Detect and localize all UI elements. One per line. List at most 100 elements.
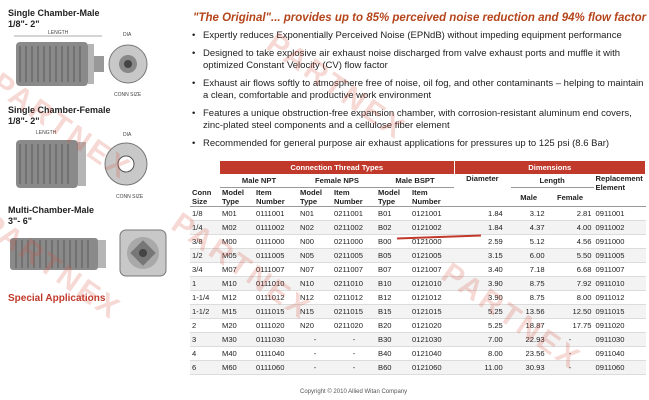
female-nps-header: Female NPS xyxy=(298,174,376,188)
table-cell: 11.00 xyxy=(454,360,511,375)
table-cell: 0111001 xyxy=(254,206,298,221)
table-cell: 0111060 xyxy=(254,360,298,375)
conn-size-label: CONN SIZE xyxy=(116,194,144,200)
table-cell: 6.00 xyxy=(510,248,547,263)
table-cell: 12.50 xyxy=(546,304,594,319)
replacement-element-header: Replacement Element xyxy=(593,174,646,207)
feature-item: Exhaust air flows softly to atmosphere f… xyxy=(190,78,645,103)
connection-thread-types-header: Connection Thread Types xyxy=(220,161,455,174)
table-cell: 7.00 xyxy=(454,332,511,347)
special-applications-link[interactable]: Special Applications xyxy=(8,293,105,304)
table-cell: 13.56 xyxy=(510,304,547,319)
conn-size-header: Conn Size xyxy=(190,174,220,207)
table-cell: 2 xyxy=(190,318,220,333)
table-cell: 0121010 xyxy=(410,276,454,291)
table-cell: 30.93 xyxy=(510,360,547,375)
table-cell: 0121012 xyxy=(410,290,454,305)
table-cell: 0911005 xyxy=(593,248,646,263)
item-number-header: Item Number xyxy=(332,187,376,207)
product-sidebar: Single Chamber-Male 1/8"- 2" LENGTH DIA … xyxy=(0,0,180,400)
table-cell: 18.87 xyxy=(510,318,547,333)
table-cell: 1.84 xyxy=(454,206,511,221)
table-cell: - xyxy=(298,332,332,347)
table-cell: 0911012 xyxy=(593,290,646,305)
table-cell: B15 xyxy=(376,304,410,319)
table-cell: 3/8 xyxy=(190,234,220,249)
feature-item: Designed to take explosive air exhaust n… xyxy=(190,48,645,73)
model-type-header: Model Type xyxy=(220,187,254,207)
table-cell: N00 xyxy=(298,234,332,249)
table-cell: 0121060 xyxy=(410,360,454,375)
length-header: Length xyxy=(510,174,594,188)
spec-table-body: 1/8 M01 0111001 N01 0211001 B01 0121001 1.84 3.1… xyxy=(190,206,646,375)
table-cell: 0911030 xyxy=(593,332,646,347)
table-cell: 0121007 xyxy=(410,262,454,277)
table-cell: 5.12 xyxy=(510,234,547,249)
table-cell: - xyxy=(332,346,376,361)
table-cell: 0211010 xyxy=(332,276,376,291)
table-cell: 1.84 xyxy=(454,220,511,235)
table-row: 1/4 M02 0111002 N02 0211002 B02 0121002 1.84 4.3… xyxy=(190,220,646,235)
dia-label: DIA xyxy=(123,32,132,38)
table-cell: M05 xyxy=(220,248,254,263)
table-cell: 7.92 xyxy=(546,276,594,291)
table-cell: 0111010 xyxy=(254,276,298,291)
table-cell: 0111015 xyxy=(254,304,298,319)
table-row: 2 M20 0111020 N20 0211020 B20 0121020 5.25 18.87… xyxy=(190,318,646,333)
length-label: LENGTH xyxy=(48,30,69,36)
table-cell: 1-1/2 xyxy=(190,304,220,319)
table-cell: 0911015 xyxy=(593,304,646,319)
single-female-diagram: LENGTH DIA CONN SIZE xyxy=(16,130,148,200)
table-cell: B30 xyxy=(376,332,410,347)
table-cell: B20 xyxy=(376,318,410,333)
length-female-header: Female xyxy=(546,187,594,207)
product-title-single-female: Single Chamber-Female xyxy=(8,105,111,115)
table-cell: 0911020 xyxy=(593,318,646,333)
length-male-header: Male xyxy=(510,187,547,207)
table-cell: B60 xyxy=(376,360,410,375)
table-cell: M02 xyxy=(220,220,254,235)
copyright-text: Copyright © 2010 Allied Witan Company xyxy=(300,389,408,395)
table-cell: 0211020 xyxy=(332,318,376,333)
table-cell: 0911060 xyxy=(593,360,646,375)
table-cell: 0911000 xyxy=(593,234,646,249)
table-sub-header-row: Conn Size Male NPT Female NPS Male BSPT … xyxy=(190,174,646,207)
table-cell: N12 xyxy=(298,290,332,305)
table-cell: 7.18 xyxy=(510,262,547,277)
table-cell: 0111012 xyxy=(254,290,298,305)
model-type-header: Model Type xyxy=(298,187,332,207)
table-cell: B01 xyxy=(376,206,410,221)
feature-item: Recommended for general purpose air exha… xyxy=(190,138,645,151)
table-cell: 0121020 xyxy=(410,318,454,333)
table-cell: N05 xyxy=(298,248,332,263)
table-row: 4 M40 0111040- - B40 0121040 8.00 23.56-0911040 xyxy=(190,346,646,361)
table-cell: M15 xyxy=(220,304,254,319)
model-type-header: Model Type xyxy=(376,187,410,207)
table-cell: N01 xyxy=(298,206,332,221)
feature-list: Expertly reduces Exponentially Perceived… xyxy=(190,30,645,155)
table-cell: 3.40 xyxy=(454,262,511,277)
table-cell: - xyxy=(546,360,594,375)
dia-label: DIA xyxy=(123,132,132,138)
table-cell: B02 xyxy=(376,220,410,235)
table-row: 3 M30 0111030- - B30 0121030 7.00 22.93-0911030 xyxy=(190,332,646,347)
table-cell: 0211012 xyxy=(332,290,376,305)
table-cell: 0911040 xyxy=(593,346,646,361)
table-cell: 3.12 xyxy=(510,206,547,221)
product-range-single-female: 1/8"- 2" xyxy=(8,116,40,126)
table-cell: B10 xyxy=(376,276,410,291)
product-title-single-male: Single Chamber-Male xyxy=(8,8,100,18)
table-cell: 0121002 xyxy=(410,220,454,235)
table-cell: 0121040 xyxy=(410,346,454,361)
table-cell: 4.37 xyxy=(510,220,547,235)
table-cell: 1/2 xyxy=(190,248,220,263)
table-cell: 0911002 xyxy=(593,220,646,235)
table-cell: B07 xyxy=(376,262,410,277)
table-cell: 8.75 xyxy=(510,276,547,291)
multi-male-diagram xyxy=(10,229,167,277)
table-cell: 5.25 xyxy=(454,318,511,333)
table-cell: M60 xyxy=(220,360,254,375)
table-cell: 4 xyxy=(190,346,220,361)
table-cell: 0911001 xyxy=(593,206,646,221)
table-cell: 1-1/4 xyxy=(190,290,220,305)
